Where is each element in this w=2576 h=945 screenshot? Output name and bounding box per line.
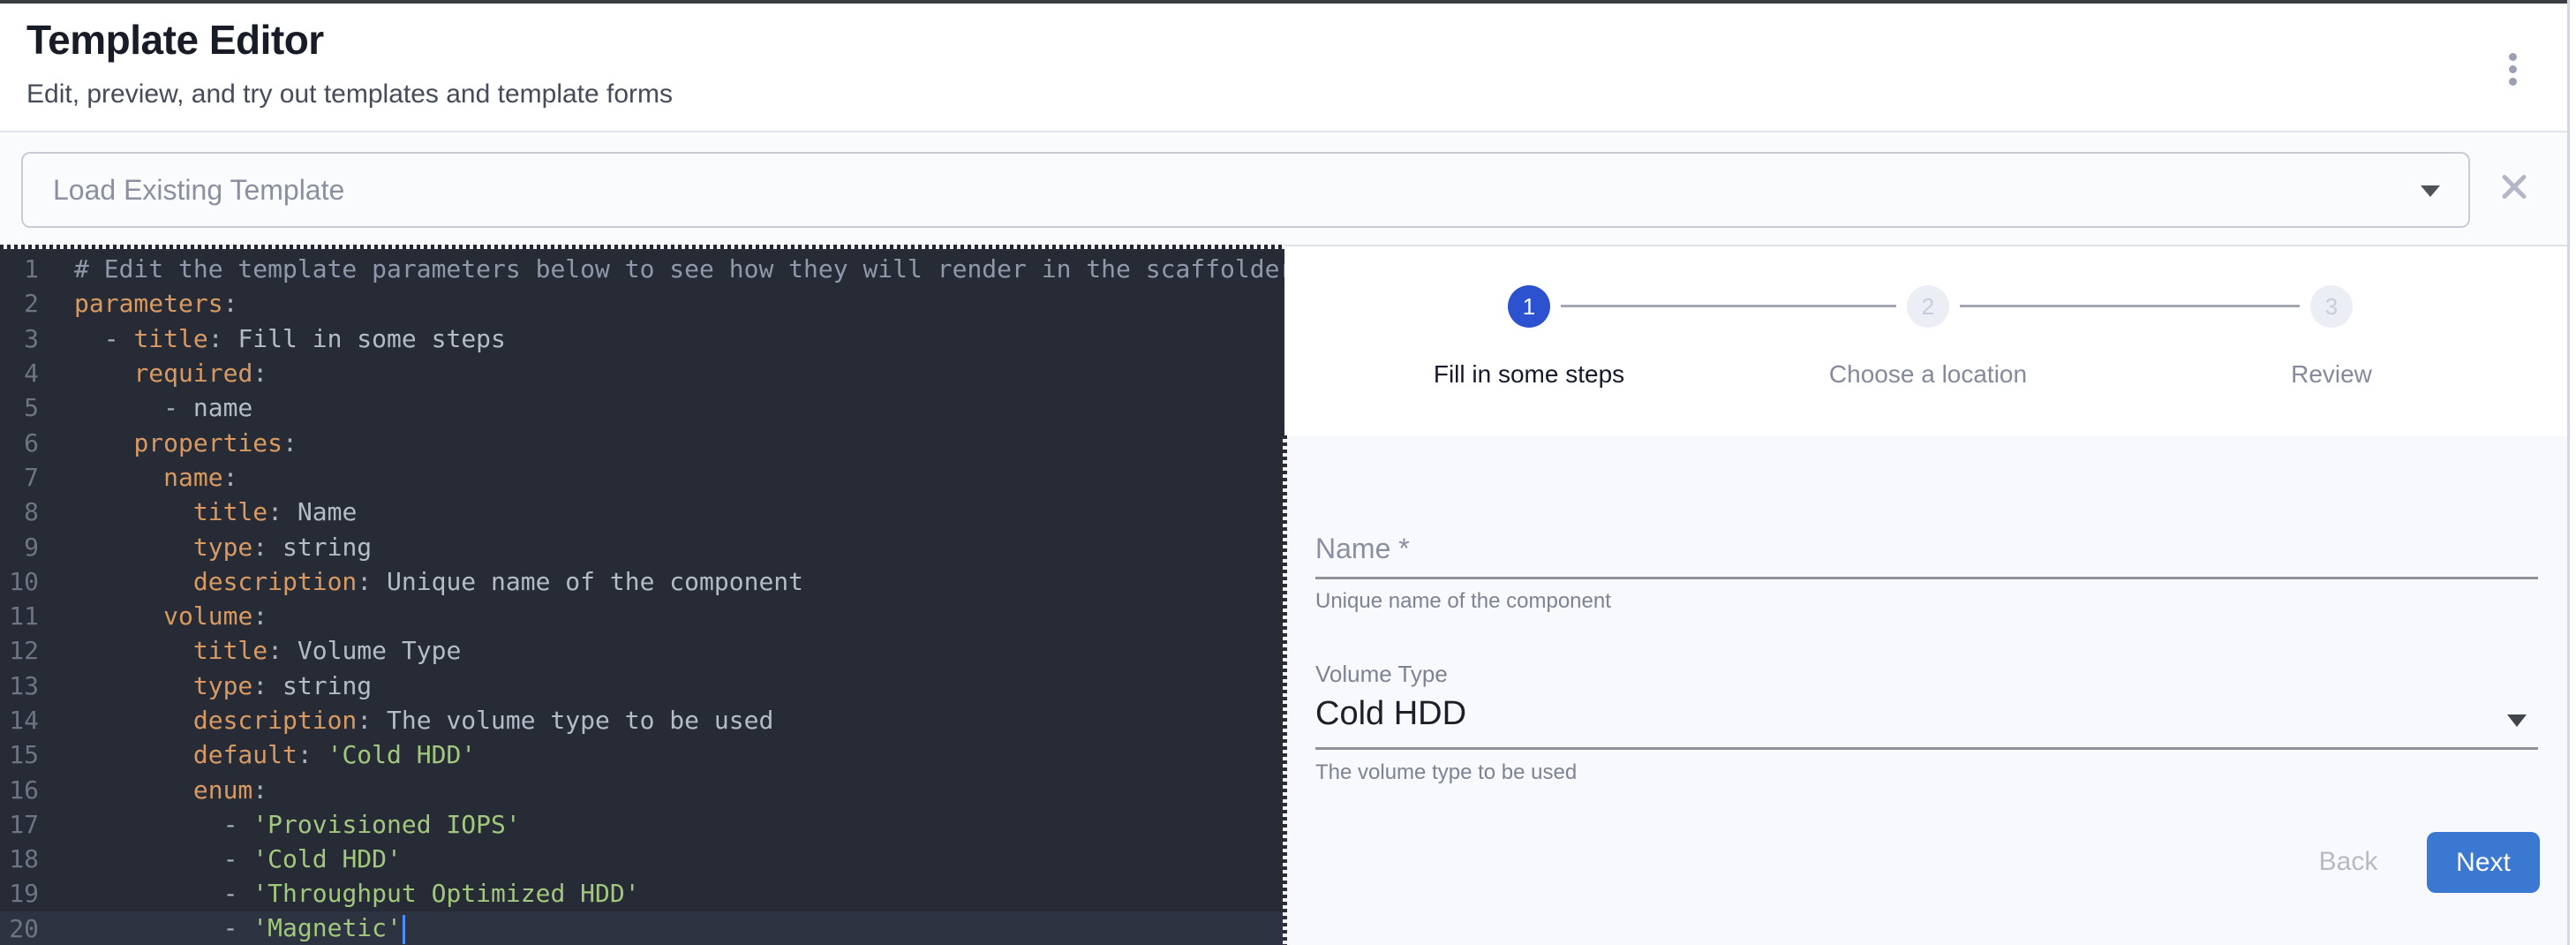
line-number: 17 [0,810,51,839]
code-text: - 'Magnetic' [51,913,405,944]
step-indicator-1: 1 [1508,285,1550,328]
code-line: 17 - 'Provisioned IOPS' [0,807,1284,842]
template-form: Name * Unique name of the component Volu… [1284,435,2567,945]
step-label: Fill in some steps [1434,360,1624,389]
code-text: description: Unique name of the componen… [51,567,803,596]
line-number: 9 [0,533,51,562]
line-number: 12 [0,636,51,665]
line-number: 11 [0,601,51,631]
template-toolbar: Load Existing Template [0,131,2567,245]
code-line: 19 - 'Throughput Optimized HDD' [0,876,1284,911]
page-header: Template Editor Edit, preview, and try o… [0,4,2567,131]
code-line: 10 description: Unique name of the compo… [0,564,1284,599]
line-number: 5 [0,393,51,422]
line-number: 20 [0,914,51,943]
code-line: 1# Edit the template parameters below to… [0,252,1284,286]
step-label: Choose a location [1829,360,2027,389]
step-connector [1960,305,2300,307]
line-number: 8 [0,497,51,526]
line-number: 2 [0,289,51,318]
line-number: 15 [0,740,51,769]
code-line: 18 - 'Cold HDD' [0,842,1284,876]
code-text: description: The volume type to be used [51,706,773,735]
code-editor[interactable]: 1# Edit the template parameters below to… [0,249,1284,945]
line-number: 16 [0,775,51,805]
code-line: 6 properties: [0,425,1284,459]
code-text: properties: [51,428,298,457]
name-input[interactable] [1315,517,2538,573]
code-text: parameters: [51,289,237,318]
code-line: 15 default: 'Cold HDD' [0,737,1284,772]
code-line: 12 title: Volume Type [0,633,1284,668]
stepper: 1 Fill in some steps 2 Choose a location 3 Re… [1284,249,2567,435]
code-line: 13 type: string [0,669,1284,703]
code-text: name: [51,463,237,492]
code-text: - name [51,393,252,422]
name-field-underline [1315,577,2538,579]
load-template-select-placeholder: Load Existing Template [53,154,344,226]
code-text: default: 'Cold HDD' [51,740,476,769]
step-indicator-2: 2 [1907,285,1949,328]
code-text: volume: [51,601,267,631]
code-text: type: string [51,671,372,700]
more-options-button[interactable] [2489,42,2535,95]
code-line: 7 name: [0,460,1284,495]
name-field-helper: Unique name of the component [1315,589,1611,614]
code-text: - 'Provisioned IOPS' [51,810,521,839]
text-cursor [403,915,405,944]
code-line: 5 - name [0,390,1284,425]
code-line: 14 description: The volume type to be us… [0,703,1284,737]
step-label: Review [2291,360,2372,389]
line-number: 18 [0,844,51,873]
code-line: 9 type: string [0,529,1284,563]
line-number: 1 [0,254,51,284]
code-text: - 'Cold HDD' [51,844,402,873]
code-line: 8 title: Name [0,495,1284,529]
code-line: 11 volume: [0,599,1284,633]
chevron-down-icon [2421,185,2440,197]
clear-template-button[interactable] [2491,164,2537,210]
kebab-vertical-icon [2509,65,2517,73]
code-text: - title: Fill in some steps [51,324,506,353]
code-text: enum: [51,775,267,805]
code-line: 2parameters: [0,286,1284,321]
kebab-vertical-icon [2509,78,2517,86]
code-text: title: Volume Type [51,636,461,665]
code-line: 3 - title: Fill in some steps [0,321,1284,356]
code-lines: 1# Edit the template parameters below to… [0,252,1284,945]
chevron-down-icon [2507,714,2527,727]
code-text: required: [51,359,267,388]
load-template-select[interactable]: Load Existing Template [21,152,2470,228]
line-number: 7 [0,463,51,492]
step-indicator-3: 3 [2310,285,2353,328]
page-subtitle: Edit, preview, and try out templates and… [26,79,673,110]
code-text: - 'Throughput Optimized HDD' [51,879,640,908]
code-text: title: Name [51,497,357,526]
step-connector [1561,305,1896,307]
volume-type-select[interactable] [1315,647,2538,747]
code-text: type: string [51,533,372,562]
line-number: 13 [0,671,51,700]
page-title: Template Editor [26,16,324,64]
volume-type-helper: The volume type to be used [1315,760,1577,785]
scrollbar-gutter[interactable] [2567,0,2576,945]
code-line: 16 enum: [0,772,1284,806]
line-number: 4 [0,359,51,388]
form-preview-panel: 1 Fill in some steps 2 Choose a location 3 Re… [1284,249,2567,945]
volume-type-value: Cold HDD [1315,695,1466,733]
kebab-vertical-icon [2509,53,2517,61]
line-number: 19 [0,879,51,908]
line-number: 3 [0,324,51,353]
next-button[interactable]: Next [2427,832,2540,893]
code-line: 20 - 'Magnetic' [0,911,1284,945]
line-number: 6 [0,428,51,457]
code-line: 4 required: [0,356,1284,390]
code-text: # Edit the template parameters below to … [51,254,1284,284]
line-number: 14 [0,706,51,735]
back-button[interactable]: Back [2282,833,2414,891]
volume-type-underline [1315,747,2538,750]
line-number: 10 [0,567,51,596]
